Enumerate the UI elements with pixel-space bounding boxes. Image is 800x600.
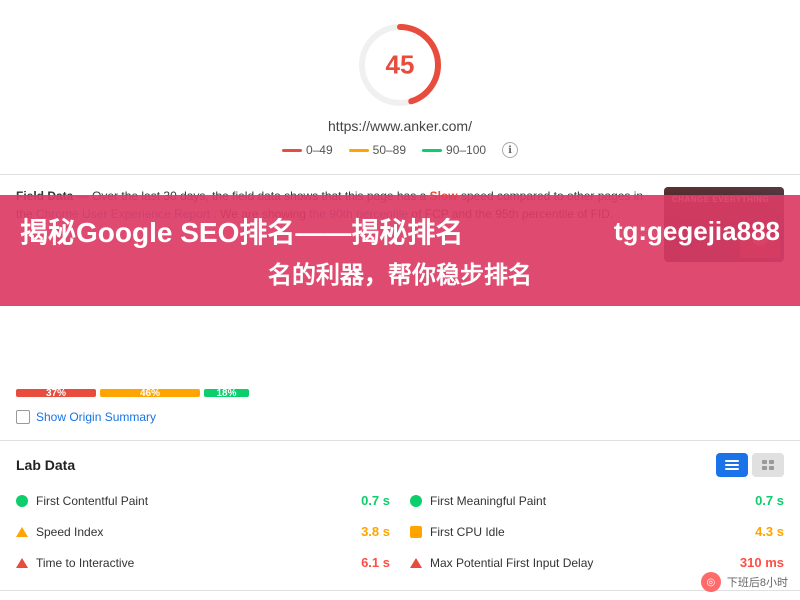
fmp-indicator [410, 495, 422, 507]
fcp-name: First Contentful Paint [36, 494, 332, 508]
fmp-name: First Meaningful Paint [430, 494, 726, 508]
grid-icon [762, 460, 774, 470]
metric-row-si: Speed Index 3.8 s [16, 520, 390, 543]
grid-cell-3 [762, 466, 767, 470]
fcp-bar-high-label: 18% [216, 388, 236, 399]
legend-label-mid: 50–89 [373, 143, 406, 157]
bottom-thumbs [0, 590, 800, 600]
score-value: 45 [386, 50, 415, 81]
grid-cell-4 [769, 466, 774, 470]
tti-name: Time to Interactive [36, 556, 332, 570]
show-origin-checkbox[interactable] [16, 410, 30, 424]
toggle-grid-btn[interactable] [752, 453, 784, 477]
si-name: Speed Index [36, 525, 332, 539]
watermark-icon: ◎ [701, 572, 721, 592]
fcp-bar-mid: 46% [100, 389, 200, 397]
si-indicator [16, 527, 28, 537]
metric-row-fci: First CPU Idle 4.3 s [410, 520, 784, 543]
page-wrapper: 45 https://www.anker.com/ 0–49 50–89 90–… [0, 0, 800, 600]
metric-row-tti: Time to Interactive 6.1 s [16, 551, 390, 574]
list-line-3 [725, 468, 739, 470]
lab-data-title: Lab Data [16, 457, 75, 473]
fid-value: 310 ms [734, 555, 784, 570]
tti-indicator [16, 558, 28, 568]
grid-cell-1 [762, 460, 767, 464]
fci-name: First CPU Idle [430, 525, 726, 539]
fcp-bar-low: 37% [16, 389, 96, 397]
view-toggle [716, 453, 784, 477]
overlay-title: 揭秘Google SEO排名——揭秘排名 [20, 211, 463, 251]
legend-item-mid: 50–89 [349, 143, 406, 157]
legend-item-high: 90–100 [422, 143, 486, 157]
list-line-2 [725, 464, 739, 466]
overlay-banner: 揭秘Google SEO排名——揭秘排名 tg:gegejia888 名的利器，… [0, 195, 800, 306]
metric-row-fcp: First Contentful Paint 0.7 s [16, 489, 390, 512]
list-icon [725, 460, 739, 470]
info-icon[interactable]: ℹ [502, 142, 518, 158]
score-section: 45 https://www.anker.com/ 0–49 50–89 90–… [0, 0, 800, 174]
fcp-indicator [16, 495, 28, 507]
show-origin-row[interactable]: Show Origin Summary [16, 410, 784, 424]
metrics-grid: First Contentful Paint 0.7 s First Meani… [16, 489, 784, 574]
overlay-row1: 揭秘Google SEO排名——揭秘排名 tg:gegejia888 [20, 211, 780, 251]
legend-dot-low [282, 149, 302, 152]
si-value: 3.8 s [340, 524, 390, 539]
fci-value: 4.3 s [734, 524, 784, 539]
fcp-bar-high: 18% [204, 389, 249, 397]
metric-row-fmp: First Meaningful Paint 0.7 s [410, 489, 784, 512]
score-url[interactable]: https://www.anker.com/ [328, 118, 472, 134]
legend-label-high: 90–100 [446, 143, 486, 157]
legend-dot-mid [349, 149, 369, 152]
tti-value: 6.1 s [340, 555, 390, 570]
fcp-bars: 37% 46% 18% [16, 384, 784, 402]
fid-indicator [410, 558, 422, 568]
watermark-text: 下班后8小时 [727, 574, 788, 590]
fcp-bars-row: 37% 46% 18% Show Origin Summary [0, 378, 800, 432]
score-circle: 45 [355, 20, 445, 110]
legend-item-low: 0–49 [282, 143, 333, 157]
fci-indicator [410, 526, 422, 538]
list-line-1 [725, 460, 739, 462]
fcp-bar-low-label: 37% [46, 388, 66, 399]
overlay-subtitle: 名的利器，帮你稳步排名 [20, 255, 780, 290]
lab-data-section: Lab Data [0, 440, 800, 586]
toggle-list-btn[interactable] [716, 453, 748, 477]
legend-label-low: 0–49 [306, 143, 333, 157]
overlay-tg: tg:gegejia888 [614, 216, 780, 247]
lab-data-header: Lab Data [16, 453, 784, 477]
metric-row-fid: Max Potential First Input Delay 310 ms [410, 551, 784, 574]
legend: 0–49 50–89 90–100 ℹ [282, 142, 518, 158]
fcp-bar-mid-label: 46% [140, 388, 160, 399]
grid-cell-2 [769, 460, 774, 464]
fid-name: Max Potential First Input Delay [430, 556, 726, 570]
legend-dot-high [422, 149, 442, 152]
watermark: ◎ 下班后8小时 [701, 572, 788, 592]
show-origin-label: Show Origin Summary [36, 410, 156, 424]
overlay-title-text: 揭秘Google SEO [20, 217, 239, 248]
fcp-value: 0.7 s [340, 493, 390, 508]
fmp-value: 0.7 s [734, 493, 784, 508]
